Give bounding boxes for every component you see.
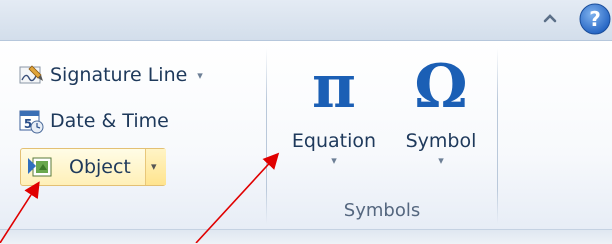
equation-dropdown-arrow[interactable]: ▾ [278, 154, 390, 167]
chevron-up-icon[interactable] [540, 8, 560, 28]
equation-label: Equation [291, 130, 377, 152]
group-divider [497, 48, 498, 224]
object-icon [28, 157, 52, 177]
symbols-group-label: Symbols [343, 200, 421, 221]
equation-button[interactable]: π Equation ▾ [278, 52, 390, 212]
pi-icon: π [312, 52, 356, 122]
signature-line-icon [19, 65, 43, 84]
omega-icon: Ω [414, 52, 468, 122]
symbol-dropdown-arrow[interactable]: ▾ [396, 154, 486, 167]
ribbon-bottom-edge [0, 229, 612, 244]
window-title-bar [0, 0, 612, 41]
signature-line-dropdown-arrow[interactable]: ▾ [197, 69, 203, 82]
object-label: Object [69, 156, 131, 178]
object-button[interactable]: Object ▾ [20, 148, 166, 186]
signature-line-button[interactable]: Signature Line ▾ [18, 58, 203, 92]
symbol-label: Symbol [405, 130, 477, 152]
group-divider [266, 48, 267, 224]
date-time-button[interactable]: 5 Date & Time [18, 104, 169, 138]
object-dropdown-button[interactable]: ▾ [145, 149, 166, 185]
calendar-clock-icon: 5 [19, 110, 44, 134]
help-icon[interactable]: ? [578, 2, 612, 36]
signature-line-label: Signature Line [50, 64, 188, 86]
symbol-button[interactable]: Ω Symbol ▾ [396, 52, 486, 212]
object-dropdown-arrow: ▾ [151, 160, 157, 173]
date-time-label: Date & Time [50, 110, 169, 132]
help-glyph: ? [589, 7, 601, 31]
